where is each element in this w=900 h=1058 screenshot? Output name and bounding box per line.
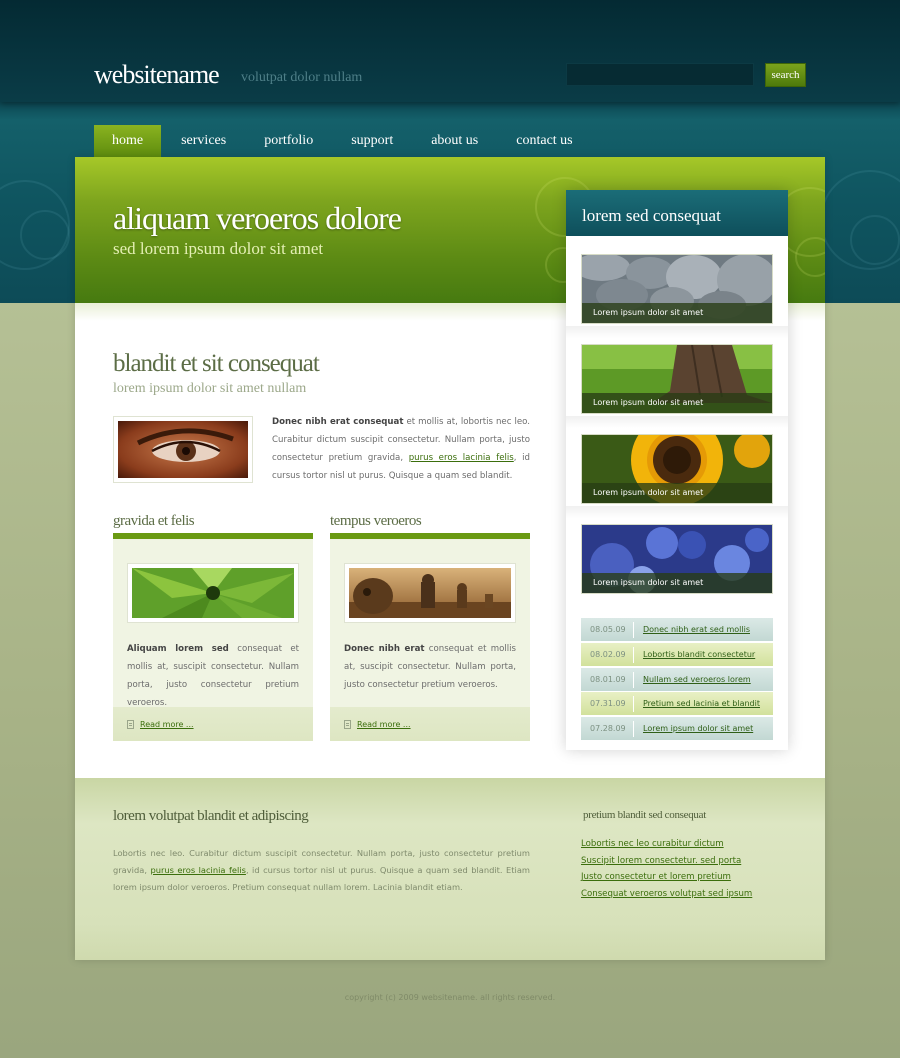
news-item[interactable]: 08.05.09 Donec nibh erat sed mollis (581, 618, 773, 642)
intro-link[interactable]: purus eros lacinia felis (409, 453, 514, 463)
site-tagline: volutpat dolor nullam (241, 70, 363, 85)
nav-home[interactable]: home (94, 125, 162, 157)
article-photo (113, 416, 253, 483)
read-more-link[interactable]: Read more ... (140, 720, 194, 729)
nav-about-us[interactable]: about us (413, 125, 496, 157)
read-more-link[interactable]: Read more ... (357, 720, 411, 729)
nav-services[interactable]: services (163, 125, 244, 157)
news-item[interactable]: 07.28.09 Lorem ipsum dolor sit amet (581, 717, 773, 741)
news-link[interactable]: Lorem ipsum dolor sit amet (634, 724, 753, 733)
news-link[interactable]: Donec nibh erat sed mollis (634, 625, 750, 634)
news-item[interactable]: 07.31.09 Pretium sed lacinia et blandit (581, 692, 773, 716)
decorative-swirl (850, 215, 900, 265)
news-date: 08.02.09 (581, 646, 634, 663)
news-date: 07.28.09 (581, 720, 634, 737)
feature-box-tempus: Donec nibh erat consequat et mollis at, … (330, 533, 530, 741)
news-date: 08.05.09 (581, 621, 634, 638)
banner-title: aliquam veroeros dolore (113, 200, 402, 236)
news-date: 08.01.09 (581, 671, 634, 688)
thumb-separator (566, 506, 788, 518)
nav-support[interactable]: support (333, 125, 411, 157)
article-title: blandit et sit consequat (113, 350, 320, 377)
thumb-caption: Lorem ipsum dolor sit amet (582, 573, 772, 593)
box-text-bold: Aliquam lorem sed (127, 644, 229, 654)
sidebar-title: lorem sed consequat (566, 190, 788, 236)
thumb-separator (566, 416, 788, 428)
sidebar-thumb-stones[interactable]: Lorem ipsum dolor sit amet (581, 254, 773, 324)
footer-title: lorem volutpat blandit et adipiscing (113, 808, 309, 824)
footer-inline-link[interactable]: purus eros lacinia felis (150, 865, 246, 875)
search-input[interactable] (566, 63, 754, 86)
box-image-frame (127, 563, 299, 623)
sidebar-thumb-tree[interactable]: Lorem ipsum dolor sit amet (581, 344, 773, 414)
article-intro: Donec nibh erat consequat et mollis at, … (272, 413, 530, 485)
thumb-caption: Lorem ipsum dolor sit amet (582, 393, 772, 413)
footer-link[interactable]: Suscipit lorem consectetur. sed porta (581, 853, 752, 870)
nav-contact-us[interactable]: contact us (498, 125, 590, 157)
main-nav: home services portfolio support about us… (94, 125, 593, 157)
box-text-bold: Donec nibh erat (344, 644, 425, 654)
decorative-swirl (795, 237, 825, 277)
news-item[interactable]: 08.02.09 Lobortis blandit consectetur (581, 643, 773, 667)
box-title-tempus: tempus veroeros (330, 513, 422, 529)
footer-links: Lobortis nec leo curabitur dictum Suscip… (581, 836, 752, 902)
news-link[interactable]: Pretium sed lacinia et blandit (634, 699, 760, 708)
search-button[interactable]: search (765, 63, 806, 87)
thumb-separator (566, 326, 788, 338)
news-link[interactable]: Lobortis blandit consectetur (634, 650, 755, 659)
footer-link[interactable]: Lobortis nec leo curabitur dictum (581, 836, 752, 853)
feature-box-gravida: Aliquam lorem sed consequat et mollis at… (113, 533, 313, 741)
box-image-frame (344, 563, 516, 623)
box-text: Donec nibh erat consequat et mollis at, … (344, 640, 516, 694)
footer-text: Lobortis nec leo. Curabitur dictum susci… (113, 845, 530, 896)
footer-link[interactable]: Justo consectetur et lorem pretium (581, 869, 752, 886)
document-icon (127, 719, 134, 729)
plant-image (132, 568, 294, 618)
article-subtitle: lorem ipsum dolor sit amet nullam (113, 381, 307, 396)
copyright: copyright (c) 2009 websitename. all righ… (344, 993, 556, 1002)
nav-portfolio[interactable]: portfolio (246, 125, 331, 157)
banner-subtitle: sed lorem ipsum dolor sit amet (113, 239, 324, 258)
thumb-caption: Lorem ipsum dolor sit amet (582, 483, 772, 503)
news-link[interactable]: Nullam sed veroeros lorem (634, 675, 751, 684)
sidebar-thumb-sunflower[interactable]: Lorem ipsum dolor sit amet (581, 434, 773, 504)
box-text: Aliquam lorem sed consequat et mollis at… (127, 640, 299, 712)
box-footer: Read more ... (330, 707, 530, 741)
footer-links-title: pretium blandit sed consequat (583, 809, 706, 821)
footer-link[interactable]: Consequat veroeros volutpat sed ipsum (581, 886, 752, 903)
decorative-swirl (20, 210, 70, 260)
news-date: 07.31.09 (581, 695, 634, 712)
intro-bold: Donec nibh erat consequat (272, 417, 404, 427)
site-logo[interactable]: websitename (94, 60, 220, 90)
statues-image (349, 568, 511, 618)
box-footer: Read more ... (113, 707, 313, 741)
box-title-gravida: gravida et felis (113, 513, 195, 529)
document-icon (344, 719, 351, 729)
sidebar-thumb-berries[interactable]: Lorem ipsum dolor sit amet (581, 524, 773, 594)
thumb-caption: Lorem ipsum dolor sit amet (582, 303, 772, 323)
eye-photo (118, 421, 248, 478)
news-item[interactable]: 08.01.09 Nullam sed veroeros lorem (581, 668, 773, 692)
